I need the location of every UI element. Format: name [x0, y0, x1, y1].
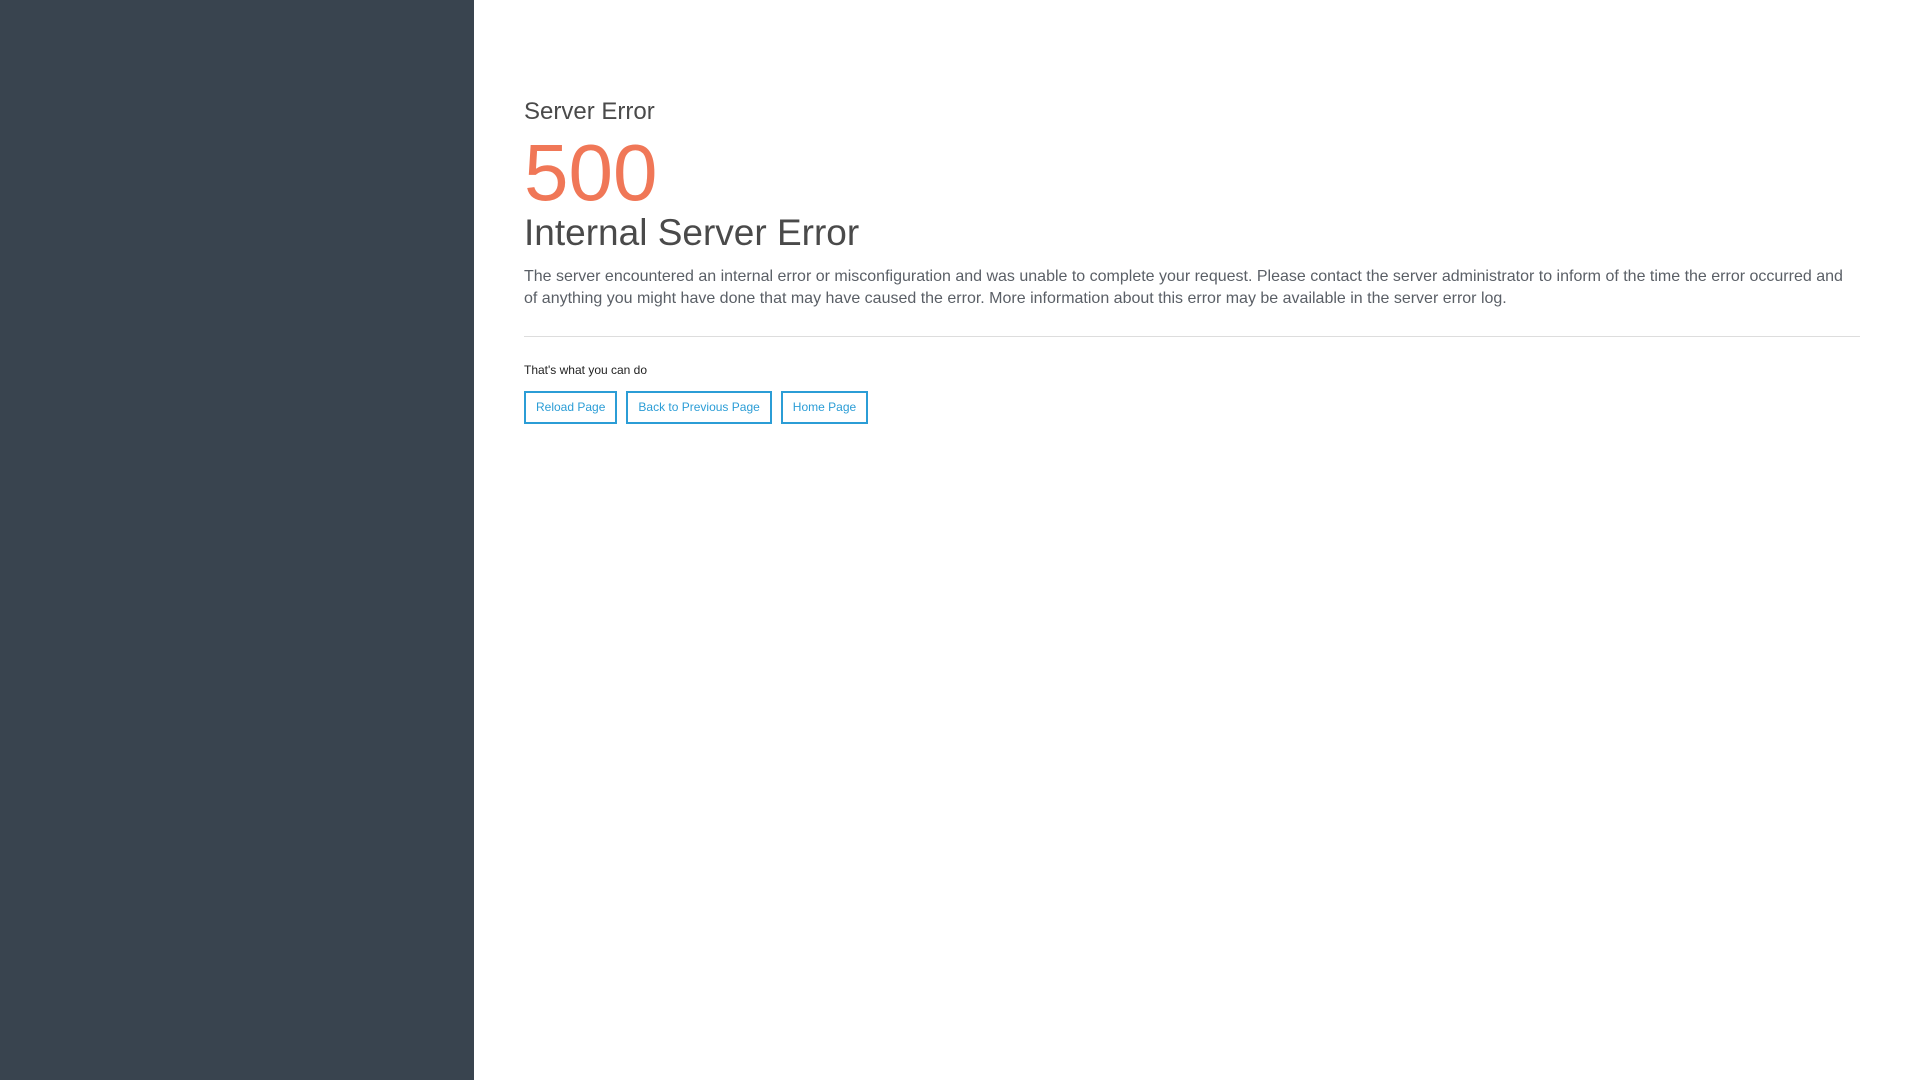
error-code: 500: [524, 128, 658, 217]
back-to-previous-page-button[interactable]: Back to Previous Page: [626, 391, 772, 424]
actions-label: That's what you can do: [524, 363, 648, 377]
error-description: The server encountered an internal error…: [524, 268, 1843, 307]
sidebar-panel: [0, 0, 474, 1080]
main-content: Server Error 500 Internal Server Error T…: [474, 0, 1920, 1080]
divider: [524, 336, 1860, 337]
error-eyebrow: Server Error: [524, 98, 655, 125]
home-page-button[interactable]: Home Page: [780, 391, 869, 424]
reload-page-button[interactable]: Reload Page: [524, 391, 618, 424]
page: Server Error 500 Internal Server Error T…: [0, 0, 1920, 1080]
actions-buttons: Reload Page Back to Previous Page Home P…: [524, 391, 1860, 424]
error-title: Internal Server Error: [524, 212, 860, 253]
error-content: Server Error 500 Internal Server Error T…: [524, 96, 1860, 424]
